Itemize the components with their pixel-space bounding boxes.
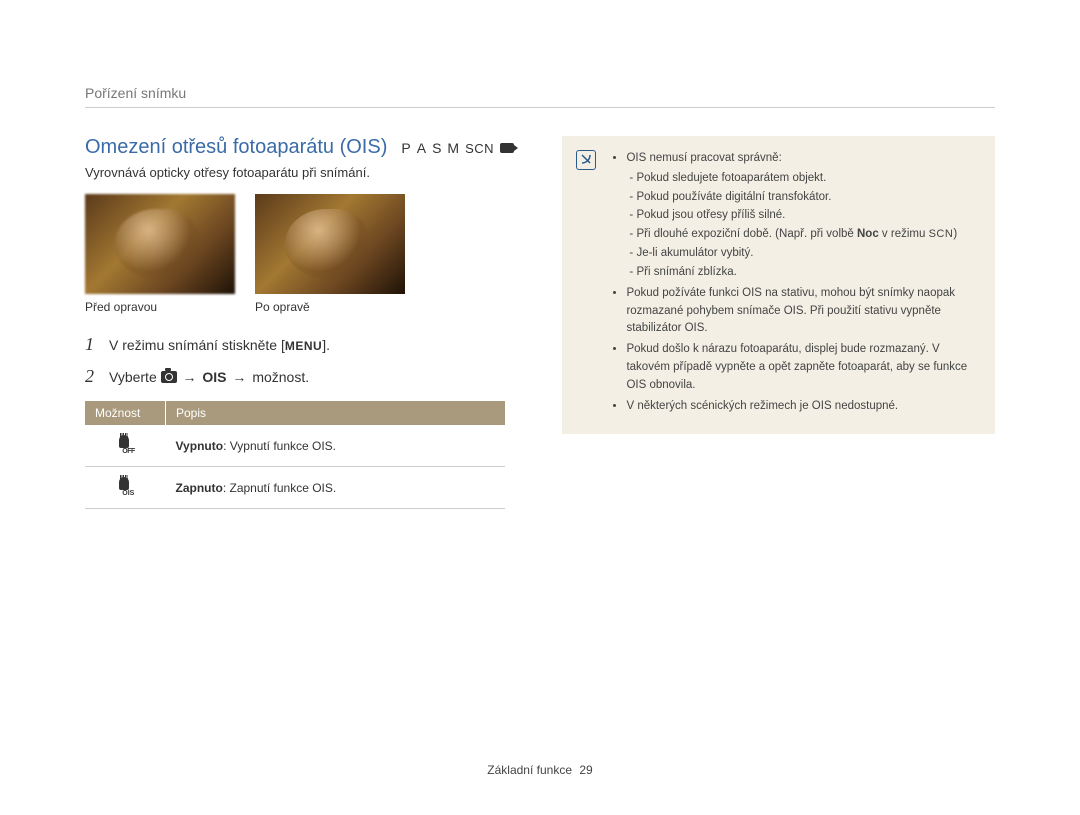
page-footer: Základní funkce 29 bbox=[0, 763, 1080, 777]
steps-list: 1 V režimu snímání stiskněte [MENU]. 2 V… bbox=[85, 334, 522, 387]
note-bullet: Pokud došlo k nárazu fotoaparátu, disple… bbox=[626, 341, 977, 394]
table-header-desc: Popis bbox=[166, 401, 506, 425]
note-subitem: Pokud sledujete fotoaparátem objekt. bbox=[636, 170, 977, 188]
step-1: 1 V režimu snímání stiskněte [MENU]. bbox=[85, 334, 522, 356]
arrow-icon: → bbox=[232, 368, 246, 388]
before-caption: Před opravou bbox=[85, 300, 235, 314]
note-sub-bold: Noc bbox=[857, 228, 879, 240]
step-text-rest: možnost. bbox=[252, 369, 309, 385]
two-column-layout: Omezení otřesů fotoaparátu (OIS) P A S M… bbox=[85, 136, 995, 509]
mode-s: S bbox=[432, 140, 441, 156]
step-text-prefix: Vyberte bbox=[109, 369, 161, 385]
step-2: 2 Vyberte → OIS → možnost. bbox=[85, 366, 522, 388]
table-row: OIS Zapnuto: Zapnutí funkce OIS. bbox=[85, 467, 505, 509]
ois-off-icon: OFF bbox=[114, 433, 136, 455]
option-desc-cell: Vypnuto: Vypnutí funkce OIS. bbox=[166, 425, 506, 467]
step-number: 2 bbox=[85, 366, 97, 387]
note-sublist: Pokud sledujete fotoaparátem objekt. Pok… bbox=[626, 170, 977, 282]
note-icon bbox=[576, 150, 596, 170]
note-sub-mid: v režimu bbox=[879, 228, 929, 240]
note-intro: OIS nemusí pracovat správně: Pokud sledu… bbox=[626, 150, 977, 282]
left-column: Omezení otřesů fotoaparátu (OIS) P A S M… bbox=[85, 136, 522, 509]
ois-label: OIS bbox=[202, 369, 226, 385]
step-text-suffix: ]. bbox=[322, 337, 330, 353]
note-bullet: V některých scénických režimech je OIS n… bbox=[626, 398, 977, 416]
page-title: Omezení otřesů fotoaparátu (OIS) bbox=[85, 136, 387, 159]
arrow-icon: → bbox=[183, 368, 197, 388]
right-column: OIS nemusí pracovat správně: Pokud sledu… bbox=[562, 136, 995, 509]
mode-m: M bbox=[447, 140, 459, 156]
before-image-block: Před opravou bbox=[85, 194, 235, 314]
menu-button-label: MENU bbox=[285, 338, 322, 355]
content-area: Pořízení snímku Omezení otřesů fotoapará… bbox=[85, 85, 995, 509]
note-subitem: Při snímání zblízka. bbox=[636, 264, 977, 282]
table-row: OFF Vypnuto: Vypnutí funkce OIS. bbox=[85, 425, 505, 467]
option-desc: : Zapnutí funkce OIS. bbox=[223, 481, 336, 495]
title-row: Omezení otřesů fotoaparátu (OIS) P A S M… bbox=[85, 136, 522, 159]
step-text-prefix: V režimu snímání stiskněte [ bbox=[109, 337, 285, 353]
note-subitem: Pokud jsou otřesy příliš silné. bbox=[636, 207, 977, 225]
movie-icon bbox=[500, 143, 514, 153]
sample-images-row: Před opravou Po opravě bbox=[85, 194, 522, 314]
footer-section: Základní funkce bbox=[487, 763, 572, 777]
after-image-block: Po opravě bbox=[255, 194, 405, 314]
breadcrumb: Pořízení snímku bbox=[85, 85, 995, 108]
option-icon-cell: OFF bbox=[85, 425, 166, 467]
mode-p: P bbox=[401, 140, 410, 156]
options-table: Možnost Popis OFF bbox=[85, 401, 505, 509]
note-subitem: Je-li akumulátor vybitý. bbox=[636, 245, 977, 263]
note-sub-post: ) bbox=[953, 228, 957, 240]
option-desc-cell: Zapnuto: Zapnutí funkce OIS. bbox=[166, 467, 506, 509]
note-subitem: Při dlouhé expoziční době. (Např. při vo… bbox=[636, 226, 977, 244]
note-box: OIS nemusí pracovat správně: Pokud sledu… bbox=[562, 136, 995, 434]
mode-scn: SCN bbox=[465, 141, 494, 156]
option-name: Vypnuto bbox=[176, 439, 224, 453]
after-caption: Po opravě bbox=[255, 300, 405, 314]
note-list: OIS nemusí pracovat správně: Pokud sledu… bbox=[612, 150, 977, 415]
step-text: V režimu snímání stiskněte [MENU]. bbox=[109, 336, 522, 356]
note-bullet: Pokud požíváte funkci OIS na stativu, mo… bbox=[626, 285, 977, 338]
subtitle: Vyrovnává opticky otřesy fotoaparátu při… bbox=[85, 165, 522, 180]
step-number: 1 bbox=[85, 334, 97, 355]
option-name: Zapnuto bbox=[176, 481, 223, 495]
note-intro-text: OIS nemusí pracovat správně: bbox=[626, 152, 781, 164]
scn-inline-label: SCN bbox=[929, 228, 954, 240]
footer-page-number: 29 bbox=[579, 763, 592, 777]
ois-on-icon: OIS bbox=[114, 475, 136, 497]
shooting-modes: P A S M SCN bbox=[401, 140, 514, 156]
mode-a: A bbox=[417, 140, 426, 156]
table-header-option: Možnost bbox=[85, 401, 166, 425]
before-image bbox=[85, 194, 235, 294]
manual-page: Pořízení snímku Omezení otřesů fotoapará… bbox=[0, 0, 1080, 815]
camera-icon bbox=[161, 371, 177, 383]
option-desc: : Vypnutí funkce OIS. bbox=[223, 439, 336, 453]
note-sub-pre: Při dlouhé expoziční době. (Např. při vo… bbox=[636, 228, 857, 240]
step-text: Vyberte → OIS → možnost. bbox=[109, 368, 522, 388]
note-subitem: Pokud používáte digitální transfokátor. bbox=[636, 189, 977, 207]
ois-icon-sublabel: OFF bbox=[122, 448, 135, 455]
ois-icon-sublabel: OIS bbox=[122, 490, 134, 497]
after-image bbox=[255, 194, 405, 294]
option-icon-cell: OIS bbox=[85, 467, 166, 509]
